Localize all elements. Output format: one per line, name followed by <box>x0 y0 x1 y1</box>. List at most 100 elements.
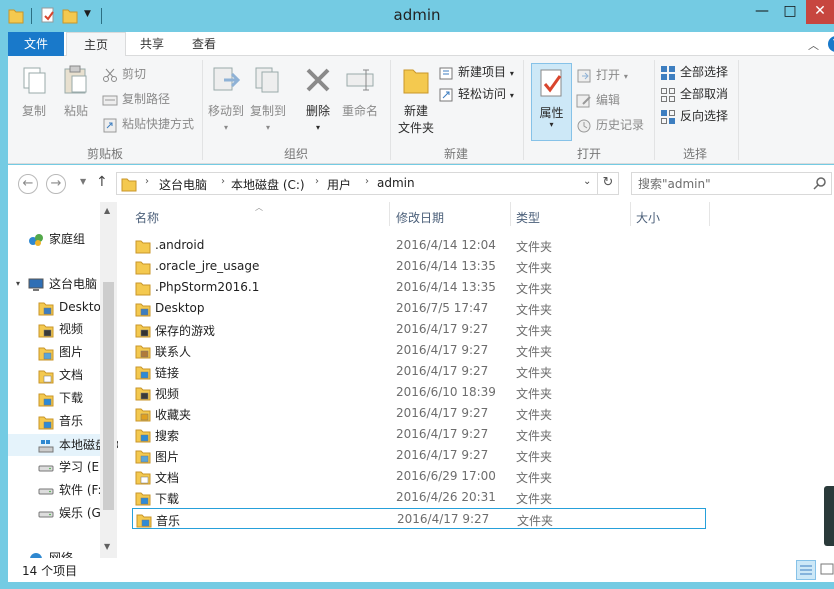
select-all-button[interactable]: 全部选择 <box>660 62 728 82</box>
file-row[interactable]: 搜索 2016/4/17 9:27 文件夹 <box>132 424 706 445</box>
group-label-open: 打开 <box>576 147 601 161</box>
file-row[interactable]: 音乐 2016/4/17 9:27 文件夹 <box>132 508 706 529</box>
file-row[interactable]: 联系人 2016/4/17 9:27 文件夹 <box>132 340 706 361</box>
select-none-button[interactable]: 全部取消 <box>660 84 728 104</box>
new-item-button[interactable]: 新建项目 ▾ <box>438 62 514 82</box>
tab-file[interactable]: 文件 <box>8 32 64 56</box>
breadcrumb-chevron-icon[interactable]: › <box>145 176 149 187</box>
minimize-button[interactable]: — <box>748 0 776 24</box>
paste-button[interactable]: 粘贴 <box>56 60 96 119</box>
column-divider[interactable] <box>389 202 390 226</box>
file-row[interactable]: 视频 2016/6/10 18:39 文件夹 <box>132 382 706 403</box>
address-history-dropdown-icon[interactable]: ⌄ <box>583 176 591 187</box>
file-row[interactable]: .android 2016/4/14 12:04 文件夹 <box>132 235 706 256</box>
paste-shortcut-button[interactable]: 粘贴快捷方式 <box>102 114 194 134</box>
column-divider[interactable] <box>630 202 631 226</box>
file-name: 搜索 <box>155 429 180 443</box>
rename-button[interactable]: 重命名 <box>340 60 380 119</box>
scroll-up-icon[interactable]: ▲ <box>104 206 110 215</box>
nav-item[interactable]: Desktop <box>8 296 109 318</box>
file-date: 2016/4/17 9:27 <box>397 512 490 526</box>
recent-locations-dropdown-icon[interactable]: ▼ <box>80 177 86 186</box>
breadcrumb-chevron-icon[interactable]: › <box>315 176 319 187</box>
file-row[interactable]: Desktop 2016/7/5 17:47 文件夹 <box>132 298 706 319</box>
nav-item[interactable]: 娱乐 (G:) <box>8 502 110 524</box>
nav-item[interactable]: 软件 (F:) <box>8 479 106 501</box>
file-row[interactable]: 收藏夹 2016/4/17 9:27 文件夹 <box>132 403 706 424</box>
nav-item[interactable]: 学习 (E:) <box>8 456 108 478</box>
edit-button[interactable]: 编辑 <box>576 90 620 110</box>
column-divider[interactable] <box>510 202 511 226</box>
forward-button[interactable]: → <box>46 174 66 194</box>
nav-item[interactable]: 视频 <box>8 318 100 340</box>
file-name: 文档 <box>155 471 180 485</box>
nav-item[interactable]: ▾ 这台电脑 <box>8 273 100 295</box>
breadcrumb-this-pc[interactable]: 这台电脑 <box>159 176 207 193</box>
breadcrumb-admin[interactable]: admin <box>377 176 415 190</box>
column-header-date[interactable]: 修改日期 <box>396 209 444 227</box>
computer-icon <box>28 277 44 293</box>
copy-to-button[interactable]: 复制到 ▾ <box>248 60 288 133</box>
details-view-button[interactable] <box>796 560 816 580</box>
tab-view[interactable]: 查看 <box>178 32 230 56</box>
nav-item[interactable]: 下载 <box>8 387 100 409</box>
history-button[interactable]: 历史记录 <box>576 115 644 135</box>
tab-home[interactable]: 主页 <box>66 32 126 57</box>
breadcrumb-chevron-icon[interactable]: › <box>221 176 225 187</box>
search-input[interactable] <box>638 176 808 192</box>
new-folder-button[interactable]: 新建 文件夹 <box>394 60 438 136</box>
delete-button[interactable]: 删除 ▾ <box>298 60 338 133</box>
column-header-size[interactable]: 大小 <box>636 209 660 227</box>
navigation-pane-scrollbar[interactable]: ▲ ▼ <box>100 202 117 558</box>
back-button[interactable]: ← <box>18 174 38 194</box>
nav-item[interactable]: 文档 <box>8 364 100 386</box>
chevron-up-icon[interactable]: ︿ <box>808 37 819 53</box>
expand-chevron-icon[interactable]: ▾ <box>16 273 20 295</box>
nav-item[interactable]: 音乐 <box>8 410 100 432</box>
arrow-up-icon: ↑ <box>96 174 108 190</box>
open-button[interactable]: 打开 ▾ <box>576 65 628 85</box>
nav-item[interactable]: 图片 <box>8 341 100 363</box>
nav-item-label: 家庭组 <box>49 232 86 246</box>
copy-path-button[interactable]: 复制路径 <box>102 89 170 109</box>
up-button[interactable]: ↑ <box>96 174 108 190</box>
address-bar[interactable]: › 这台电脑 › 本地磁盘 (C:) › 用户 › admin <box>116 172 619 195</box>
column-divider[interactable] <box>709 202 710 226</box>
refresh-button[interactable]: ↻ <box>597 172 619 195</box>
nav-item[interactable]: 网络 <box>8 547 100 558</box>
move-to-button[interactable]: 移动到 ▾ <box>206 60 246 133</box>
nav-item[interactable]: 家庭组 <box>8 228 100 250</box>
scrollbar-thumb[interactable] <box>103 282 114 510</box>
file-row[interactable]: 图片 2016/4/17 9:27 文件夹 <box>132 445 706 466</box>
file-type: 文件夹 <box>516 450 553 464</box>
file-row[interactable]: .oracle_jre_usage 2016/4/14 13:35 文件夹 <box>132 256 706 277</box>
breadcrumb-users[interactable]: 用户 <box>327 176 351 193</box>
cut-button[interactable]: 剪切 <box>102 64 146 84</box>
file-date: 2016/4/17 9:27 <box>396 406 489 420</box>
copy-button[interactable]: 复制 <box>14 60 54 119</box>
documents-folder-icon <box>135 469 151 485</box>
breadcrumb-chevron-icon[interactable]: › <box>365 176 369 187</box>
column-header-name[interactable]: 名称 <box>135 209 159 227</box>
search-icon[interactable] <box>813 176 827 190</box>
nav-item[interactable]: 本地磁盘 (C:) <box>8 434 118 456</box>
file-row[interactable]: .PhpStorm2016.1 2016/4/14 13:35 文件夹 <box>132 277 706 298</box>
column-header-type[interactable]: 类型 <box>516 209 540 227</box>
tab-share[interactable]: 共享 <box>126 32 178 56</box>
delete-label: 删除 <box>305 104 330 118</box>
properties-button[interactable]: 属性 ▾ <box>531 63 572 141</box>
file-row[interactable]: 链接 2016/4/17 9:27 文件夹 <box>132 361 706 382</box>
easy-access-button[interactable]: 轻松访问 ▾ <box>438 84 514 104</box>
file-row[interactable]: 保存的游戏 2016/4/17 9:27 文件夹 <box>132 319 706 340</box>
scroll-down-icon[interactable]: ▼ <box>104 542 110 551</box>
breadcrumb-local-disk[interactable]: 本地磁盘 (C:) <box>231 176 305 193</box>
search-box[interactable] <box>631 172 832 195</box>
close-button[interactable]: ✕ <box>806 0 834 24</box>
large-icons-view-button[interactable] <box>820 560 834 580</box>
group-label-select: 选择 <box>682 147 707 161</box>
invert-selection-button[interactable]: 反向选择 <box>660 106 728 126</box>
help-icon[interactable]: ? <box>828 36 834 52</box>
file-row[interactable]: 文档 2016/6/29 17:00 文件夹 <box>132 466 706 487</box>
file-row[interactable]: 下载 2016/4/26 20:31 文件夹 <box>132 487 706 508</box>
maximize-button[interactable]: □ <box>776 0 804 24</box>
